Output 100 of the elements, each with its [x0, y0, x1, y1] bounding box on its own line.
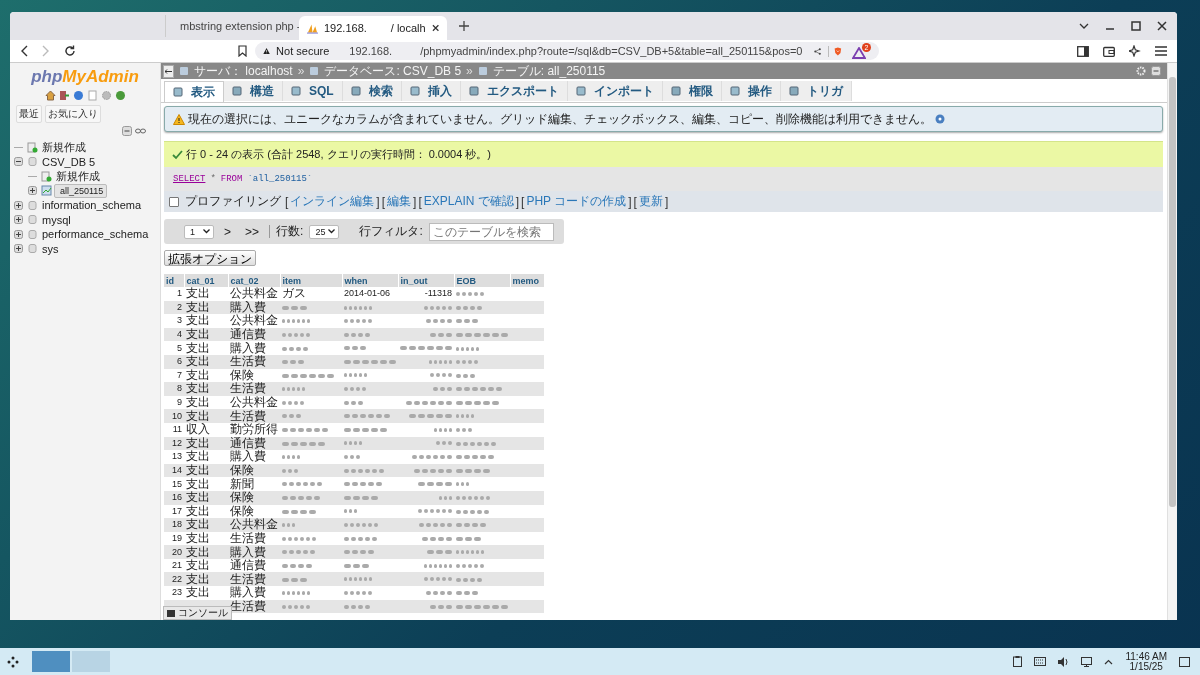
sidebar-button[interactable]: 最近 [16, 105, 42, 123]
sidebar-button[interactable]: お気に入り [45, 105, 101, 123]
table-cell: 16 [172, 492, 182, 503]
tree-item[interactable]: information_schema [40, 199, 144, 212]
table-cell: 3 [177, 315, 182, 326]
table-cell: 公共料金 [230, 517, 278, 532]
options-button[interactable]: 拡張オプション [164, 250, 256, 266]
bracket-mark: ] [628, 194, 632, 209]
tree-item[interactable]: all_250115 [54, 183, 108, 198]
table-cell: 支出 [186, 286, 210, 301]
table-cell: 21 [172, 560, 182, 571]
rows-label: 行数: [276, 223, 304, 240]
table-cell: 6 [177, 356, 182, 367]
tab[interactable]: インポート [567, 81, 663, 101]
table-cell: 8 [177, 383, 182, 394]
tab[interactable]: 挿入 [401, 81, 461, 101]
tab[interactable]: トリガ [780, 81, 852, 101]
table-cell: 公共料金 [230, 395, 278, 410]
table-cell: 5 [177, 342, 182, 353]
column-header[interactable]: memo [510, 274, 544, 287]
table-cell: 10 [172, 410, 182, 421]
table-cell: 14 [172, 465, 182, 475]
column-header[interactable]: when [342, 274, 398, 287]
column-header[interactable]: EOB [454, 274, 510, 287]
bracket-mark: ] [376, 194, 380, 209]
table-cell: 生活費 [230, 354, 266, 369]
table-cell: 23 [172, 587, 182, 598]
sql-token[interactable]: SELECT [173, 174, 206, 184]
column-header[interactable]: id [164, 274, 184, 287]
console-button[interactable]: コンソール [163, 606, 232, 620]
table-cell: 生活費 [230, 531, 266, 545]
bracket-mark: [ [418, 194, 422, 209]
link[interactable]: インライン編集 [290, 193, 375, 210]
table-cell: 支出 [186, 476, 210, 491]
table-cell: 支出 [186, 435, 210, 450]
tree-item[interactable]: 新規作成 [40, 139, 88, 155]
table-cell: 支出 [186, 558, 210, 573]
table-cell: -11318 [424, 288, 452, 299]
table-cell: 1 [177, 288, 182, 299]
table-cell: 19 [172, 533, 182, 543]
tree-item[interactable]: sys [40, 242, 61, 255]
sql-token: * [210, 174, 216, 184]
breadcrumb-link[interactable]: データベース: CSV_DB 5 [324, 63, 462, 80]
table-cell: 4 [177, 329, 182, 340]
tree-item[interactable]: mysql [40, 213, 73, 226]
link[interactable]: EXPLAIN で確認 [423, 193, 514, 210]
page-select[interactable]: 1 [184, 224, 214, 239]
filter-label: 行フィルタ: [359, 223, 423, 240]
tab[interactable]: SQL [283, 81, 343, 101]
table-cell: 支出 [186, 395, 210, 410]
table-cell: 通信費 [230, 558, 266, 573]
table-cell: 支出 [186, 327, 210, 342]
column-header[interactable]: cat_02 [228, 274, 280, 287]
tree-item[interactable]: performance_schema [40, 228, 151, 241]
column-header[interactable]: in_out [398, 274, 454, 287]
table-cell: 保険 [230, 490, 254, 505]
tab[interactable]: 検索 [342, 81, 402, 101]
table-cell: 支出 [186, 544, 210, 559]
link[interactable]: 更新 [638, 193, 663, 210]
bracket-mark: [ [521, 194, 525, 209]
table-cell: 13 [172, 451, 182, 462]
table-cell: 通信費 [230, 435, 266, 450]
table-cell: 購入費 [230, 449, 266, 464]
tree-item[interactable]: 新規作成 [54, 168, 102, 184]
column-header[interactable]: item [280, 274, 342, 287]
bracket-mark: [ [381, 194, 386, 209]
rows-select[interactable]: 25 [309, 224, 340, 239]
tab[interactable]: エクスポート [460, 81, 568, 101]
table-cell: 支出 [186, 381, 210, 396]
tab[interactable]: 操作 [721, 81, 781, 101]
link[interactable]: 編集 [387, 193, 412, 210]
table-cell: 支出 [186, 340, 210, 355]
browser-tab[interactable]: 192.168. / localh [299, 16, 447, 40]
bracket-mark: [ [633, 194, 637, 209]
table-cell: 購入費 [230, 299, 266, 314]
url-path: /phpmyadmin/index.php?route=/sql&db=CSV_DB+5&table=all_250115&pos=0 [420, 45, 803, 57]
table-cell: 支出 [186, 585, 210, 600]
table-cell: 9 [177, 397, 182, 408]
clock[interactable]: 11:46 AM 1/15/25 [1125, 651, 1167, 672]
column-header[interactable]: cat_01 [184, 274, 228, 287]
link[interactable]: PHP コードの作成 [526, 193, 627, 210]
breadcrumb-link[interactable]: サーバ： localhost [194, 63, 293, 80]
next-page-button[interactable]: > [220, 224, 235, 239]
breadcrumb-separator: » [466, 64, 473, 78]
tree-item[interactable]: CSV_DB 5 [40, 155, 98, 168]
tab[interactable]: 表示 [164, 81, 224, 102]
filter-field[interactable]: このテーブルを検索 [428, 222, 554, 241]
table-cell: 支出 [186, 367, 210, 382]
table-cell: 22 [172, 573, 182, 584]
table-cell: 支出 [186, 531, 210, 545]
last-page-button[interactable]: >> [241, 224, 264, 239]
breadcrumb-link[interactable]: テーブル: all_250115 [492, 63, 606, 80]
table-cell: 支出 [186, 503, 210, 518]
breadcrumb-separator: » [297, 64, 305, 78]
table-cell: 11 [172, 424, 182, 435]
tab[interactable]: 構造 [224, 81, 283, 101]
logo[interactable]: phpMyAdmin [10, 67, 160, 87]
table-cell: 購入費 [230, 340, 266, 355]
table-cell: 勤労所得 [230, 422, 278, 437]
tab[interactable]: 権限 [662, 81, 722, 101]
